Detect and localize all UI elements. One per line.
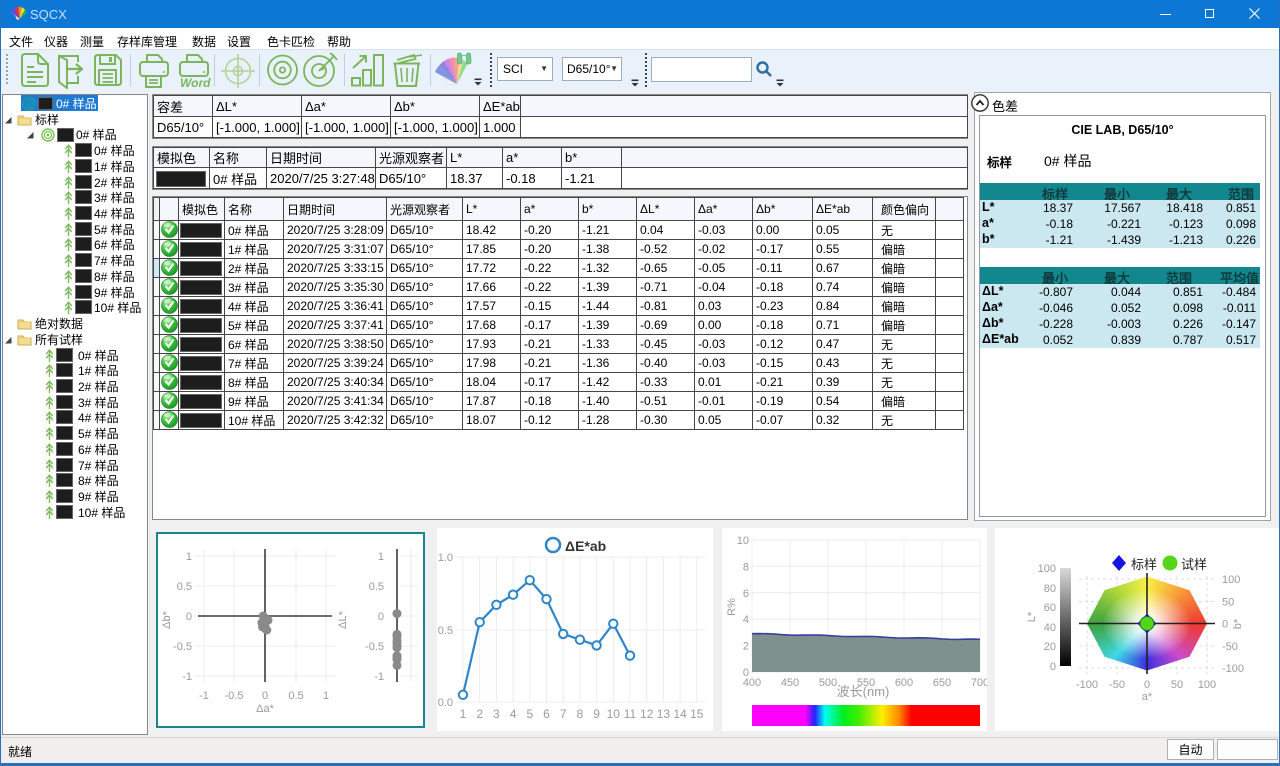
svg-text:0: 0 — [1144, 679, 1150, 691]
svg-text:1: 1 — [323, 690, 329, 702]
svg-text:Δb*: Δb* — [161, 610, 173, 628]
svg-text:0: 0 — [262, 690, 268, 702]
svg-text:0: 0 — [1222, 619, 1228, 631]
svg-text:-100: -100 — [1076, 679, 1098, 691]
svg-text:6: 6 — [543, 707, 550, 721]
svg-text:-1: -1 — [374, 671, 384, 683]
svg-text:3: 3 — [493, 707, 500, 721]
svg-text:-1: -1 — [182, 671, 192, 683]
svg-text:1: 1 — [186, 551, 192, 563]
svg-text:4: 4 — [510, 707, 517, 721]
svg-text:1: 1 — [460, 707, 467, 721]
svg-text:500: 500 — [819, 677, 837, 689]
svg-text:0: 0 — [378, 611, 384, 623]
svg-text:8: 8 — [577, 707, 584, 721]
svg-text:650: 650 — [933, 677, 951, 689]
svg-text:400: 400 — [743, 677, 761, 689]
svg-text:15: 15 — [690, 707, 704, 721]
svg-text:R%: R% — [726, 598, 738, 616]
svg-text:12: 12 — [640, 707, 654, 721]
svg-text:600: 600 — [895, 677, 913, 689]
svg-text:2: 2 — [476, 707, 483, 721]
svg-text:-0.5: -0.5 — [225, 690, 244, 702]
svg-text:10: 10 — [737, 535, 749, 547]
svg-text:-1: -1 — [199, 690, 209, 702]
svg-text:-50: -50 — [1109, 679, 1125, 691]
svg-text:8: 8 — [743, 561, 749, 573]
svg-text:波长(nm): 波长(nm) — [837, 684, 890, 699]
svg-text:-50: -50 — [1222, 641, 1238, 653]
svg-text:6: 6 — [743, 588, 749, 600]
svg-text:-100: -100 — [1222, 663, 1244, 675]
svg-text:b*: b* — [1232, 618, 1244, 629]
svg-text:7: 7 — [560, 707, 567, 721]
svg-text:ΔL*: ΔL* — [337, 610, 349, 628]
svg-text:450: 450 — [781, 677, 799, 689]
svg-text:1: 1 — [378, 551, 384, 563]
svg-text:a*: a* — [1142, 691, 1153, 703]
svg-text:700: 700 — [971, 677, 987, 689]
svg-text:0: 0 — [186, 611, 192, 623]
svg-text:0.5: 0.5 — [288, 690, 303, 702]
svg-text:10: 10 — [607, 707, 621, 721]
svg-text:11: 11 — [624, 707, 637, 721]
svg-text:13: 13 — [657, 707, 671, 721]
svg-text:4: 4 — [743, 614, 749, 626]
svg-text:Word: Word — [180, 76, 211, 89]
svg-text:0.5: 0.5 — [369, 581, 384, 593]
svg-text:5: 5 — [526, 707, 533, 721]
svg-text:-0.5: -0.5 — [365, 641, 384, 653]
svg-text:2: 2 — [743, 641, 749, 653]
svg-text:100: 100 — [1222, 574, 1240, 586]
svg-text:0.5: 0.5 — [177, 581, 192, 593]
svg-text:50: 50 — [1171, 679, 1183, 691]
svg-text:ΔE*ab: ΔE*ab — [565, 538, 606, 554]
svg-text:0.5: 0.5 — [438, 625, 453, 637]
svg-text:Δa*: Δa* — [256, 703, 274, 715]
svg-text:1.0: 1.0 — [438, 552, 453, 564]
svg-text:-0.5: -0.5 — [173, 641, 192, 653]
svg-text:0.0: 0.0 — [438, 697, 453, 709]
svg-text:50: 50 — [1222, 597, 1234, 609]
svg-text:9: 9 — [593, 707, 600, 721]
svg-text:100: 100 — [1198, 679, 1216, 691]
svg-text:14: 14 — [673, 707, 687, 721]
